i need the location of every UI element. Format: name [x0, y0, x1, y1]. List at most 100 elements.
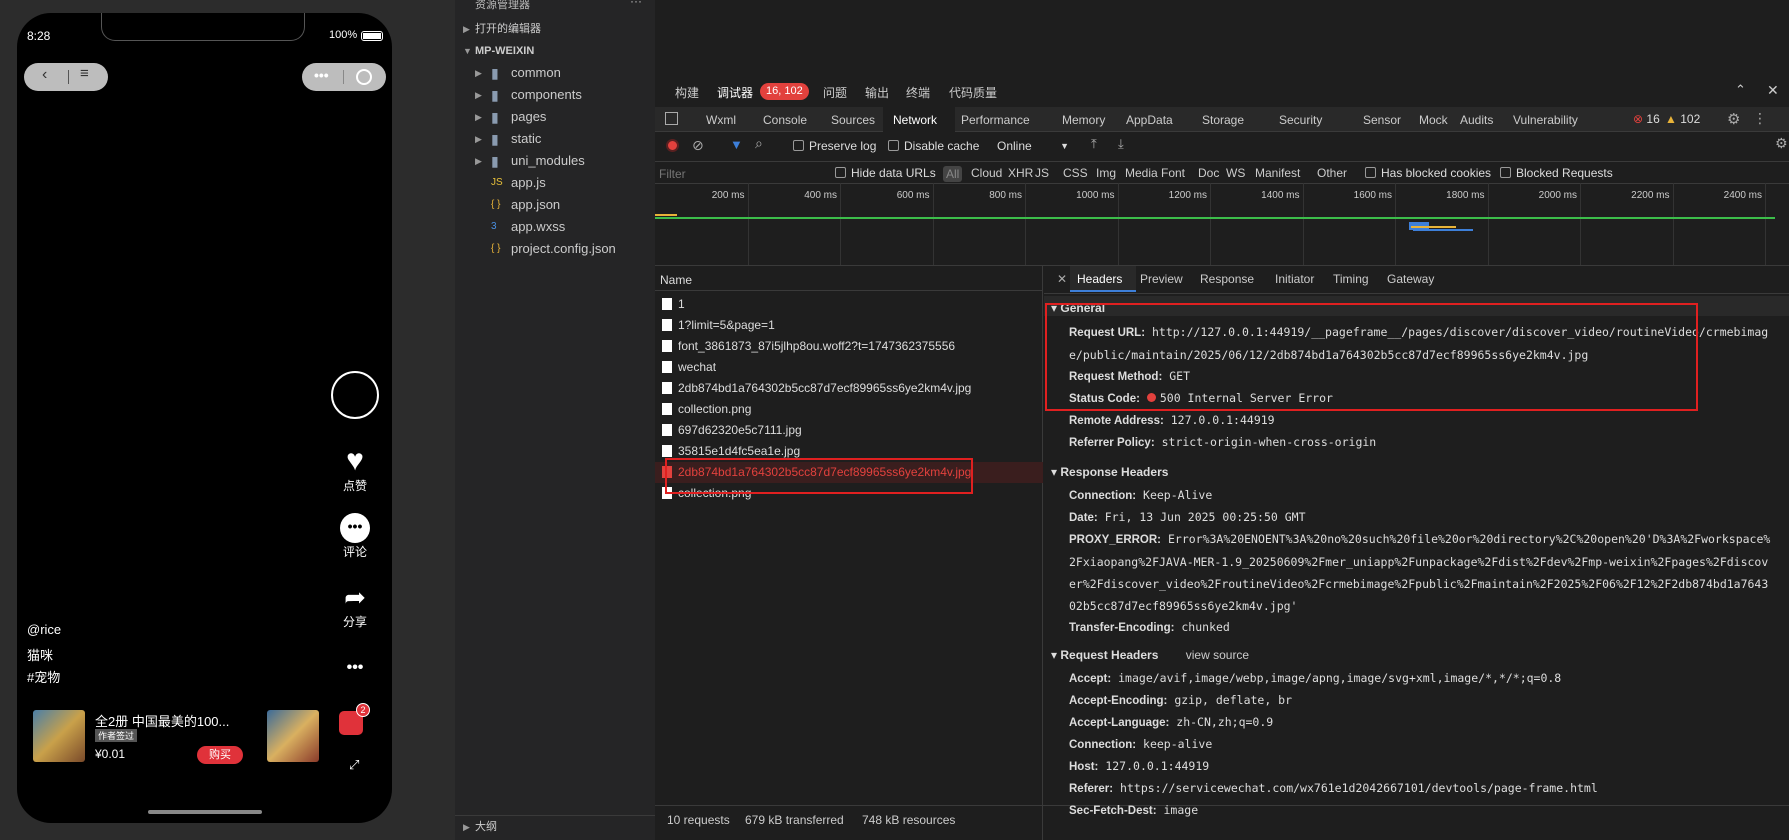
filter-input[interactable]	[659, 165, 819, 183]
tab-security[interactable]: Security	[1279, 113, 1322, 127]
open-editors-section[interactable]: ▶ 打开的编辑器	[455, 18, 655, 40]
username[interactable]: @rice	[27, 622, 61, 637]
filter-icon[interactable]: ▼	[730, 137, 743, 152]
tree-item[interactable]: ▶ ▮ components	[455, 84, 655, 106]
product-thumbnail-2[interactable]	[267, 710, 319, 762]
request-row[interactable]: collection.png	[655, 399, 1043, 420]
download-icon[interactable]: ⤓	[1118, 136, 1124, 152]
tab-vulnerability[interactable]: Vulnerability	[1513, 113, 1578, 127]
settings-icon[interactable]: ⚙	[1727, 110, 1740, 128]
nav-capsule[interactable]: ‹ ≡	[24, 63, 108, 91]
inspect-icon[interactable]	[665, 112, 678, 125]
detail-tab-headers[interactable]: Headers	[1077, 272, 1122, 286]
search-icon[interactable]: ⌕	[755, 135, 763, 152]
request-row[interactable]: wechat	[655, 357, 1043, 378]
tab-problems[interactable]: 问题	[823, 84, 847, 101]
disable-cache-checkbox[interactable]: Disable cache	[888, 139, 979, 153]
clear-icon[interactable]: ⊘	[692, 137, 704, 154]
close-detail-icon[interactable]: ✕	[1057, 272, 1067, 286]
fullscreen-icon[interactable]: ⤢	[349, 757, 359, 773]
tab-terminal[interactable]: 终端	[906, 84, 930, 101]
more-icon[interactable]: ···	[630, 0, 642, 8]
type-filter-other[interactable]: Other	[1317, 166, 1347, 180]
hashtag[interactable]: #宠物	[27, 667, 60, 686]
type-filter-js[interactable]: JS	[1035, 166, 1049, 180]
type-filter-manifest[interactable]: Manifest	[1255, 166, 1300, 180]
type-filter-doc[interactable]: Doc	[1198, 166, 1219, 180]
request-row[interactable]: font_3861873_87i5jlhp8ou.woff2?t=1747362…	[655, 336, 1043, 357]
home-icon[interactable]: ≡	[80, 65, 89, 82]
collapse-icon[interactable]: ⌃	[1735, 82, 1746, 98]
tree-item[interactable]: ▶ ▮ common	[455, 62, 655, 84]
name-column-header[interactable]: Name	[660, 273, 692, 287]
tree-item[interactable]: ▶ ▮ pages	[455, 106, 655, 128]
tree-item[interactable]: { } project.config.json	[455, 238, 655, 260]
close-circle-icon[interactable]	[356, 69, 372, 85]
record-button[interactable]	[666, 139, 679, 152]
type-filter-font[interactable]: Font	[1161, 166, 1185, 180]
more-dots-icon[interactable]: •••	[314, 67, 329, 83]
type-filter-img[interactable]: Img	[1096, 166, 1116, 180]
request-row[interactable]: 697d62320e5c7111.jpg	[655, 420, 1043, 441]
tab-output[interactable]: 输出	[865, 84, 889, 101]
tab-network[interactable]: Network	[893, 113, 937, 127]
back-icon[interactable]: ‹	[42, 66, 47, 84]
detail-tab-gateway[interactable]: Gateway	[1387, 272, 1434, 286]
type-filter-cloud[interactable]: Cloud	[971, 166, 1002, 180]
request-row[interactable]: 1?limit=5&page=1	[655, 315, 1043, 336]
share-button[interactable]: ➦ 分享	[325, 581, 385, 630]
more-icon[interactable]: •••	[325, 659, 385, 677]
tab-wxml[interactable]: Wxml	[706, 113, 736, 127]
type-filter-all[interactable]: All	[943, 166, 963, 182]
request-row[interactable]: 2db874bd1a764302b5cc87d7ecf89965ss6ye2km…	[655, 378, 1043, 399]
tab-mock[interactable]: Mock	[1419, 113, 1448, 127]
request-row[interactable]: 1	[655, 294, 1043, 315]
comment-button[interactable]: ••• 评论	[325, 513, 385, 560]
response-headers-section[interactable]: ▾ Response Headers	[1051, 465, 1168, 479]
project-section[interactable]: ▼ MP-WEIXIN	[455, 40, 655, 62]
close-icon[interactable]: ✕	[1767, 82, 1779, 99]
hide-data-urls-checkbox[interactable]: Hide data URLs	[835, 166, 936, 180]
menu-capsule[interactable]: •••	[302, 63, 386, 91]
tab-build[interactable]: 构建	[675, 84, 699, 101]
detail-tab-initiator[interactable]: Initiator	[1275, 272, 1314, 286]
detail-tab-timing[interactable]: Timing	[1333, 272, 1369, 286]
tab-storage[interactable]: Storage	[1202, 113, 1244, 127]
type-filter-css[interactable]: CSS	[1063, 166, 1088, 180]
tab-code-quality[interactable]: 代码质量	[949, 84, 997, 101]
product-thumbnail[interactable]	[33, 710, 85, 762]
product-title[interactable]: 全2册 中国最美的100...	[95, 711, 245, 730]
request-headers-section[interactable]: ▾ Request Headers view source	[1051, 648, 1249, 662]
preserve-log-checkbox[interactable]: Preserve log	[793, 139, 876, 153]
tab-debugger[interactable]: 调试器	[717, 84, 753, 101]
view-source-link[interactable]: view source	[1186, 648, 1249, 662]
tab-memory[interactable]: Memory	[1062, 113, 1105, 127]
upload-icon[interactable]: ⤒	[1091, 136, 1097, 152]
tab-sensor[interactable]: Sensor	[1363, 113, 1401, 127]
kebab-menu-icon[interactable]: ⋮	[1753, 110, 1767, 127]
tree-item[interactable]: ▶ ▮ static	[455, 128, 655, 150]
tree-item[interactable]: ▶ ▮ uni_modules	[455, 150, 655, 172]
type-filter-media[interactable]: Media	[1125, 166, 1158, 180]
network-settings-icon[interactable]: ⚙	[1775, 135, 1788, 152]
avatar[interactable]	[331, 371, 379, 419]
tree-item[interactable]: JS app.js	[455, 172, 655, 194]
tab-audits[interactable]: Audits	[1460, 113, 1493, 127]
like-button[interactable]: ♥ 点赞	[325, 445, 385, 494]
detail-tab-preview[interactable]: Preview	[1140, 272, 1183, 286]
type-filter-ws[interactable]: WS	[1226, 166, 1245, 180]
blocked-requests-checkbox[interactable]: Blocked Requests	[1500, 166, 1613, 180]
has-blocked-cookies-checkbox[interactable]: Has blocked cookies	[1365, 166, 1491, 180]
tab-console[interactable]: Console	[763, 113, 807, 127]
tree-item[interactable]: 3 app.wxss	[455, 216, 655, 238]
tab-performance[interactable]: Performance	[961, 113, 1030, 127]
tab-sources[interactable]: Sources	[831, 113, 875, 127]
type-filter-xhr[interactable]: XHR	[1008, 166, 1033, 180]
buy-button[interactable]: 购买	[197, 746, 243, 764]
share-icon: ➦	[344, 582, 366, 612]
outline-section[interactable]: ▶ 大纲	[455, 815, 655, 837]
throttle-select[interactable]: Online ▼	[997, 139, 1069, 153]
detail-tab-response[interactable]: Response	[1200, 272, 1254, 286]
tree-item[interactable]: { } app.json	[455, 194, 655, 216]
tab-appdata[interactable]: AppData	[1126, 113, 1173, 127]
